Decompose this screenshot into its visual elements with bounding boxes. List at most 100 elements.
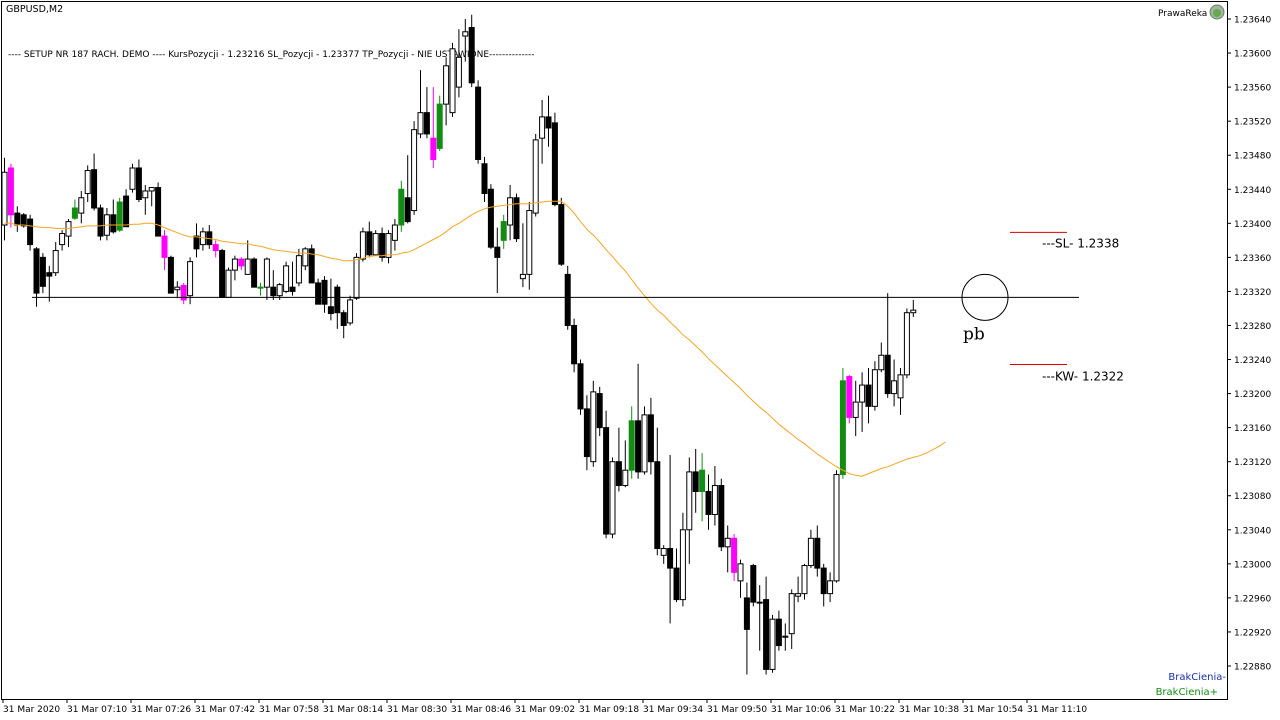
candle-body (500, 221, 507, 241)
candle (654, 427, 661, 556)
candle-body (385, 233, 392, 258)
candle (155, 182, 162, 237)
y-tick-label: 1.22920 (1234, 628, 1271, 638)
candle (295, 248, 302, 287)
candle-body (334, 286, 341, 314)
candle (545, 95, 552, 147)
candle (539, 99, 546, 164)
x-tick-label: 31 Mar 10:22 (835, 705, 895, 715)
candle (423, 87, 430, 139)
chart-canvas[interactable]: GBPUSD,M2 ---- SETUP NR 187 RACH. DEMO -… (0, 0, 1280, 720)
candle (193, 223, 200, 258)
candle (673, 548, 680, 603)
candle-body (142, 190, 149, 199)
candle (769, 614, 776, 673)
candle-body (436, 103, 443, 149)
candle-body (891, 380, 898, 395)
candle-body (174, 286, 181, 291)
candle-body (244, 258, 251, 275)
candle-body (903, 312, 910, 376)
candle-body (20, 214, 27, 227)
y-tick-label: 1.23040 (1234, 526, 1271, 536)
candle-body (827, 580, 834, 595)
candle-body (423, 112, 430, 135)
candle-body (884, 354, 891, 395)
candle (891, 359, 898, 407)
x-tick-label: 31 Mar 08:46 (451, 705, 511, 715)
candle (148, 187, 155, 207)
candle-body (673, 567, 680, 601)
candle (782, 623, 789, 651)
candle-body (52, 250, 59, 274)
y-tick-label: 1.23280 (1234, 322, 1271, 332)
smiley-icon (1209, 4, 1225, 20)
candle (839, 368, 846, 479)
candle-body (391, 224, 398, 241)
y-tick-label: 1.23640 (1234, 16, 1271, 26)
candle (852, 380, 859, 437)
candle (372, 230, 379, 256)
candle-body (84, 170, 91, 195)
candle (628, 406, 635, 479)
candle-body (327, 306, 334, 315)
candle-body (763, 599, 770, 670)
candle (7, 163, 14, 228)
candle (558, 197, 565, 266)
candle-body (910, 309, 917, 314)
candle (385, 230, 392, 264)
candle (699, 453, 706, 522)
candle-body (155, 187, 162, 237)
candle-body (641, 414, 648, 473)
candle-body (398, 188, 405, 226)
candle-body (193, 235, 200, 250)
candle-body (577, 363, 584, 410)
candle-body (39, 256, 46, 287)
y-tick-label: 1.23320 (1234, 288, 1271, 298)
candle (14, 206, 21, 232)
candle (251, 257, 258, 288)
candle-body (321, 279, 328, 305)
candle (315, 278, 322, 305)
candle-body (775, 618, 782, 647)
candle (289, 261, 296, 296)
candle (494, 227, 501, 294)
candle-body (583, 408, 590, 458)
candle (641, 406, 648, 475)
x-tick-label: 31 Mar 09:18 (579, 705, 639, 715)
candle-body (116, 201, 123, 231)
candle (878, 342, 885, 373)
candle-body (347, 299, 354, 324)
candle-body (731, 537, 738, 573)
candle-body (91, 169, 98, 209)
y-tick-label: 1.23360 (1234, 254, 1271, 264)
candle (590, 380, 597, 467)
candle (334, 284, 341, 329)
x-tick-label: 31 Mar 09:50 (707, 705, 767, 715)
candle-body (660, 548, 667, 556)
candle-body (756, 601, 763, 604)
candle-body (839, 380, 846, 475)
x-tick-label: 31 Mar 11:10 (1027, 705, 1087, 715)
candle-body (622, 469, 629, 487)
candle-body (519, 273, 526, 280)
candle (718, 478, 725, 552)
candle-body (487, 188, 494, 248)
expert-name: PrawaReka (1158, 9, 1207, 19)
candle (475, 80, 482, 164)
candle (110, 199, 117, 234)
candle-body (590, 391, 597, 463)
candle (705, 474, 712, 530)
candle (308, 244, 315, 284)
candle-body (545, 116, 552, 129)
candle-body (711, 485, 718, 515)
candle (59, 230, 66, 251)
candle (897, 368, 904, 415)
candle-body (878, 354, 885, 371)
candle-body (571, 324, 578, 365)
candle-body (743, 597, 750, 630)
candle-body (679, 529, 686, 601)
candle (686, 457, 693, 564)
candle-body (231, 258, 238, 271)
y-tick-label: 1.22880 (1234, 663, 1271, 673)
candle (481, 156, 488, 203)
